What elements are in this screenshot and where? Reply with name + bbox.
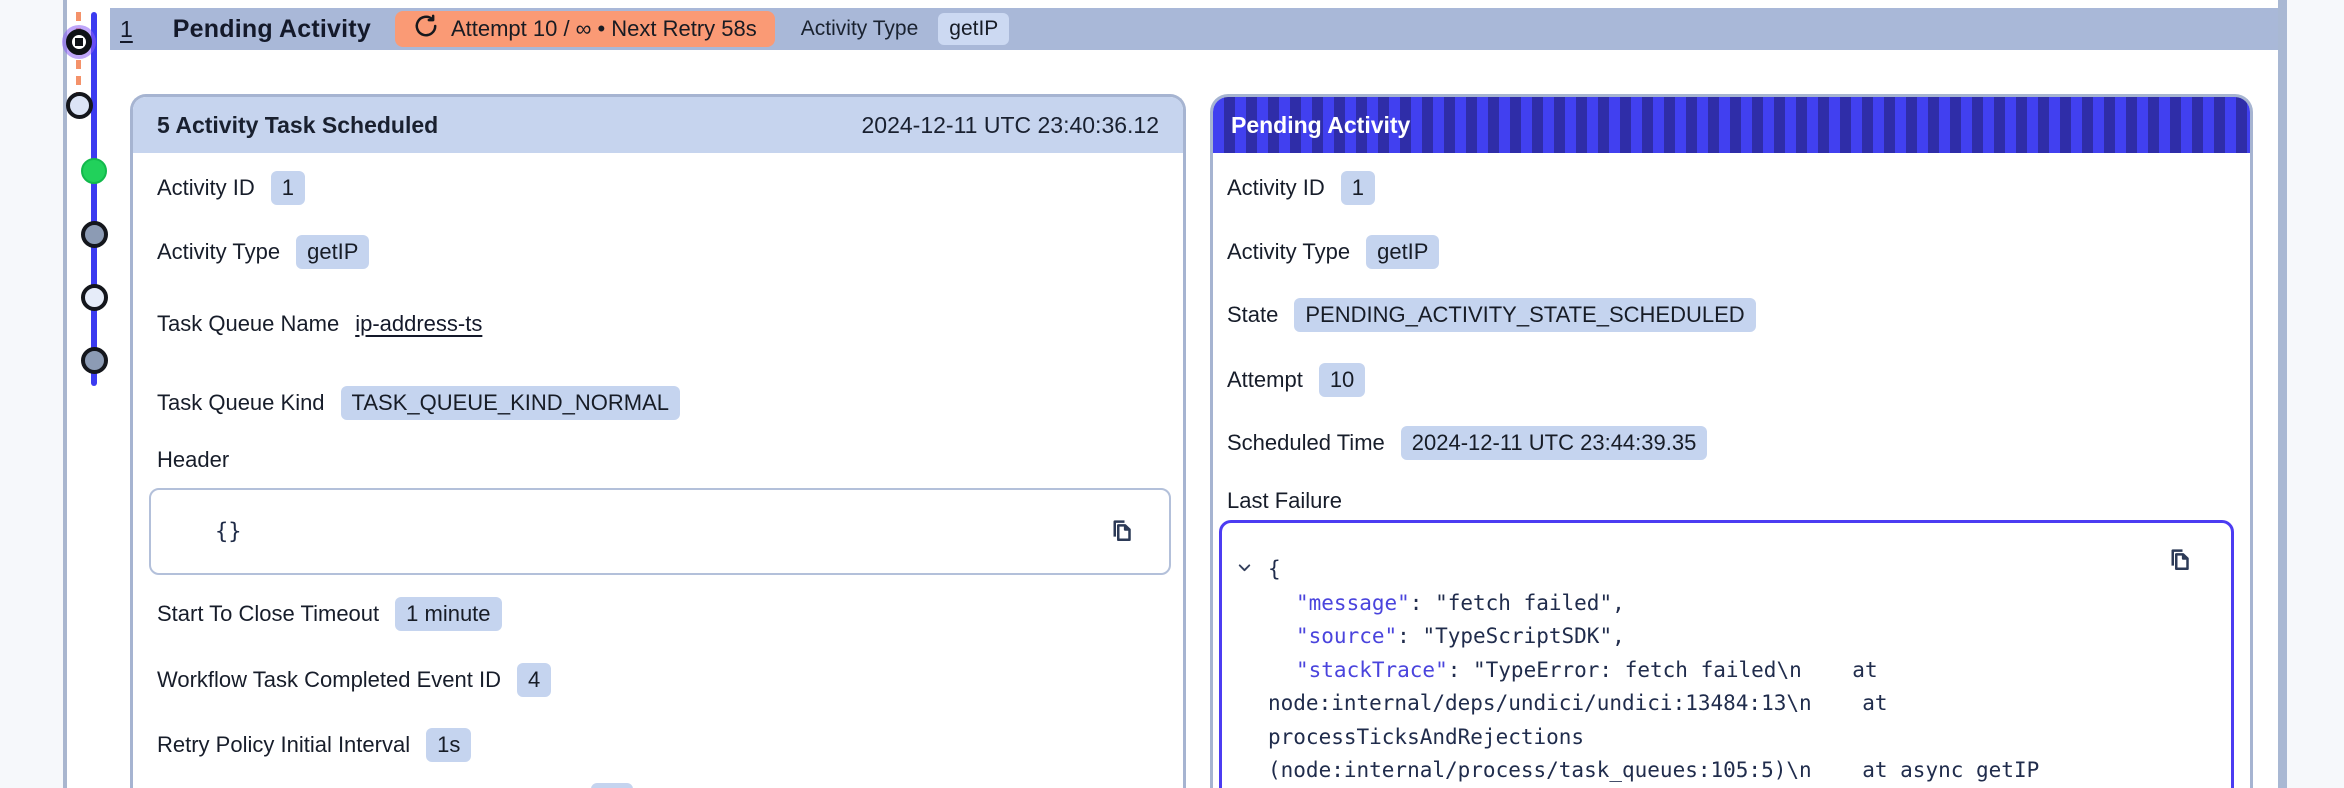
row-value-badge: 10 (1318, 363, 1366, 397)
row-label: Scheduled Time (1227, 430, 1385, 455)
code-line: { (1268, 557, 1281, 581)
row-label: Start To Close Timeout (157, 601, 380, 626)
detail-row-header-label: Header (157, 447, 229, 473)
detail-row-retry-initial-interval: Retry Policy Initial Interval 1s (157, 728, 472, 762)
row-value-badge: getIP (1366, 235, 1440, 269)
row-label: State (1227, 302, 1279, 327)
clipped-badge (591, 783, 633, 788)
detail-row-task-queue-kind: Task Queue Kind TASK_QUEUE_KIND_NORMAL (157, 386, 680, 420)
code-line: (node:internal/process/task_queues:105:5… (1268, 758, 2040, 782)
event-history-expanded-row: 1 Pending Activity Attempt 10 / ∞ • Next… (0, 0, 2344, 788)
timeline-line (91, 12, 97, 386)
detail-row-activity-id: Activity ID 1 (1227, 171, 1376, 205)
code-line: "message": "fetch failed", (1296, 590, 1625, 615)
timeline-dot-neutral-icon[interactable] (81, 347, 108, 374)
activity-task-scheduled-panel: 5 Activity Task Scheduled 2024-12-11 UTC… (130, 94, 1186, 788)
code-line: node:internal/deps/undici/undici:13484:1… (1268, 691, 1888, 715)
detail-row-last-failure-label: Last Failure (1227, 488, 1342, 514)
row-label: Task Queue Name (157, 311, 340, 336)
copy-icon[interactable] (1107, 516, 1137, 546)
left-panel-header: 5 Activity Task Scheduled 2024-12-11 UTC… (133, 97, 1183, 153)
activity-type-label: Activity Type (800, 17, 919, 40)
detail-row-activity-type: Activity Type getIP (157, 235, 370, 269)
row-value-badge: TASK_QUEUE_KIND_NORMAL (340, 386, 680, 420)
detail-row-scheduled-time: Scheduled Time 2024-12-11 UTC 23:44:39.3… (1227, 426, 1708, 460)
detail-row-start-to-close: Start To Close Timeout 1 minute (157, 597, 502, 631)
right-panel-header: Pending Activity (1213, 97, 2250, 153)
activity-type-badge: getIP (938, 13, 1010, 45)
event-id-link[interactable]: 1 (120, 16, 133, 43)
code-line: "source": "TypeScriptSDK", (1296, 624, 1625, 648)
page-background-left (0, 0, 63, 788)
right-panel-title: Pending Activity (1231, 111, 1411, 138)
row-label: Activity Type (1227, 239, 1351, 264)
timeline-dot-neutral-icon[interactable] (81, 221, 108, 248)
detail-row-wft-completed-id: Workflow Task Completed Event ID 4 (157, 663, 552, 697)
timeline-dot-current-icon[interactable] (66, 29, 92, 55)
row-value-badge: 4 (517, 663, 552, 697)
header-code-block: {} (149, 488, 1171, 575)
row-label: Header (157, 447, 230, 472)
row-label: Task Queue Kind (157, 390, 325, 415)
left-panel-title: 5 Activity Task Scheduled (157, 111, 439, 138)
copy-icon[interactable] (2165, 545, 2195, 575)
container-border-left (63, 0, 67, 788)
detail-row-task-queue-name: Task Queue Name ip-address-ts (157, 311, 482, 337)
row-value-badge: PENDING_ACTIVITY_STATE_SCHEDULED (1294, 298, 1756, 332)
chevron-down-icon[interactable] (1236, 559, 1253, 576)
timeline-dot-completed-icon[interactable] (81, 158, 107, 184)
retry-status-badge: Attempt 10 / ∞ • Next Retry 58s (394, 11, 775, 47)
row-label: Attempt (1227, 367, 1303, 392)
retry-icon (413, 13, 439, 45)
row-value-badge: 1s (426, 728, 472, 762)
last-failure-code-block: { "message": "fetch failed", "source": "… (1219, 520, 2234, 788)
row-label: Activity ID (157, 175, 255, 200)
code-line: "stackTrace": "TypeError: fetch failed\n… (1296, 657, 1878, 682)
retry-badge-label: Attempt 10 / ∞ • Next Retry 58s (450, 16, 757, 41)
detail-row-state: State PENDING_ACTIVITY_STATE_SCHEDULED (1227, 298, 1756, 332)
code-line: processTicksAndRejections (1268, 724, 1585, 749)
row-label: Activity ID (1227, 175, 1325, 200)
container-border-right (2278, 0, 2287, 788)
event-title: Pending Activity (172, 14, 371, 43)
row-value-badge: 1 (1340, 171, 1376, 205)
row-value-badge: 1 minute (395, 597, 502, 631)
timeline-dot-open-icon[interactable] (66, 92, 93, 119)
event-row-header[interactable]: 1 Pending Activity Attempt 10 / ∞ • Next… (110, 8, 2278, 50)
timeline-dot-pending-icon[interactable] (81, 284, 108, 311)
row-label: Activity Type (157, 239, 281, 264)
row-label: Workflow Task Completed Event ID (157, 667, 501, 692)
detail-row-activity-type: Activity Type getIP (1227, 235, 1440, 269)
header-code-value: {} (215, 519, 242, 544)
timeline-dashed-connector (76, 12, 81, 102)
row-value-badge: 2024-12-11 UTC 23:44:39.35 (1400, 426, 1708, 460)
detail-row-activity-id: Activity ID 1 (157, 171, 306, 205)
detail-row-attempt: Attempt 10 (1227, 363, 1366, 397)
row-value-badge: 1 (270, 171, 306, 205)
row-label: Retry Policy Initial Interval (157, 732, 411, 757)
task-queue-link[interactable]: ip-address-ts (355, 311, 482, 337)
pending-activity-panel: Pending Activity Activity ID 1 Activity … (1210, 94, 2253, 788)
row-label: Last Failure (1227, 488, 1342, 513)
page-background-right (2287, 0, 2344, 788)
row-value-badge: getIP (296, 235, 370, 269)
left-panel-timestamp: 2024-12-11 UTC 23:40:36.12 (861, 111, 1160, 138)
